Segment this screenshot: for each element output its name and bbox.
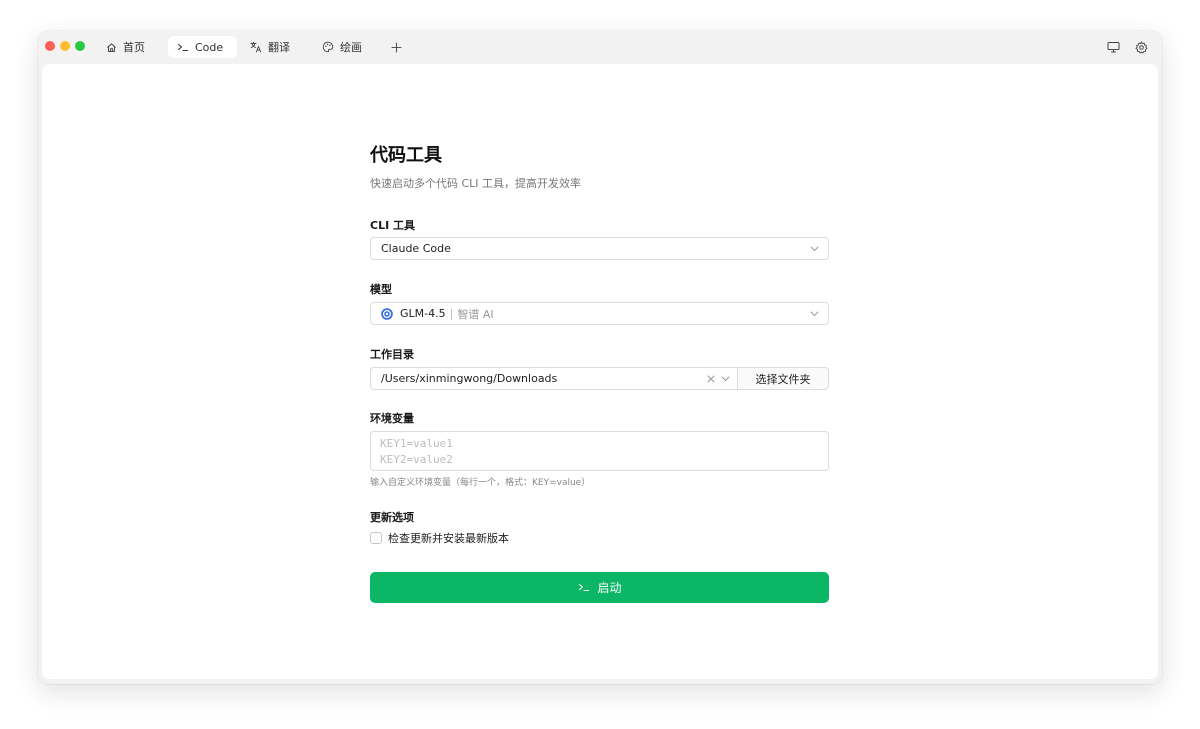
minimize-window-button[interactable] (60, 41, 70, 51)
terminal-icon (176, 40, 190, 54)
home-icon (104, 40, 118, 54)
env-vars-label: 环境变量 (370, 412, 414, 425)
model-separator: | (449, 307, 454, 320)
chevron-down-icon[interactable] (720, 374, 730, 384)
plus-icon (390, 41, 402, 53)
env-vars-textarea[interactable]: KEY1=value1 KEY2=value2 (370, 431, 829, 471)
tab-draw-label: 绘画 (340, 41, 362, 54)
cli-tool-label: CLI 工具 (370, 219, 416, 232)
monitor-icon[interactable] (1105, 39, 1121, 55)
model-label: 模型 (370, 283, 392, 296)
gear-icon[interactable] (1133, 39, 1149, 55)
zhipu-logo-icon (381, 307, 393, 320)
palette-icon (321, 40, 335, 54)
chevron-down-icon (809, 309, 819, 319)
tab-translate-label: 翻译 (268, 41, 290, 54)
tab-code-label: Code (195, 40, 224, 54)
env-placeholder-line: KEY2=value2 (380, 453, 453, 466)
page-subtitle: 快速启动多个代码 CLI 工具，提高开发效率 (370, 177, 582, 190)
tab-draw[interactable]: 绘画 (313, 36, 370, 58)
update-checkbox[interactable] (370, 532, 382, 544)
env-vars-hint: 输入自定义环境变量（每行一个，格式：KEY=value） (370, 478, 591, 488)
workdir-label: 工作目录 (370, 348, 414, 361)
tab-code[interactable]: Code (168, 36, 237, 58)
workdir-value: /Users/xinmingwong/Downloads (381, 372, 558, 385)
update-checkbox-label[interactable]: 检查更新并安装最新版本 (388, 530, 509, 546)
close-window-button[interactable] (45, 41, 55, 51)
translate-icon (249, 40, 263, 54)
maximize-window-button[interactable] (75, 41, 85, 51)
clear-icon[interactable] (706, 374, 716, 384)
model-provider: 智谱 AI (457, 307, 494, 321)
env-placeholder-line: KEY1=value1 (380, 437, 453, 450)
chevron-down-icon (809, 244, 819, 254)
model-select[interactable]: GLM-4.5 | 智谱 AI (370, 302, 829, 325)
add-tab-button[interactable] (388, 39, 404, 55)
title-bar: 首页 Code 翻译 绘画 (38, 31, 1162, 64)
cli-tool-select[interactable]: Claude Code (370, 237, 829, 260)
choose-folder-button[interactable]: 选择文件夹 (737, 367, 829, 390)
workdir-input[interactable]: /Users/xinmingwong/Downloads (370, 367, 738, 390)
main-content: 代码工具 快速启动多个代码 CLI 工具，提高开发效率 CLI 工具 Claud… (42, 64, 1158, 679)
model-name: GLM-4.5 (400, 307, 446, 320)
terminal-icon (577, 581, 591, 595)
launch-button[interactable]: 启动 (370, 572, 829, 603)
tab-home[interactable]: 首页 (96, 36, 153, 58)
app-window: 首页 Code 翻译 绘画 代码工具 快速启动多个代码 CLI 工具，提高开发效… (38, 31, 1162, 684)
cli-tool-value: Claude Code (381, 242, 451, 255)
update-options-label: 更新选项 (370, 511, 414, 524)
tab-home-label: 首页 (123, 41, 145, 54)
tab-translate[interactable]: 翻译 (241, 36, 298, 58)
page-title: 代码工具 (370, 145, 442, 166)
launch-button-label: 启动 (597, 581, 622, 595)
